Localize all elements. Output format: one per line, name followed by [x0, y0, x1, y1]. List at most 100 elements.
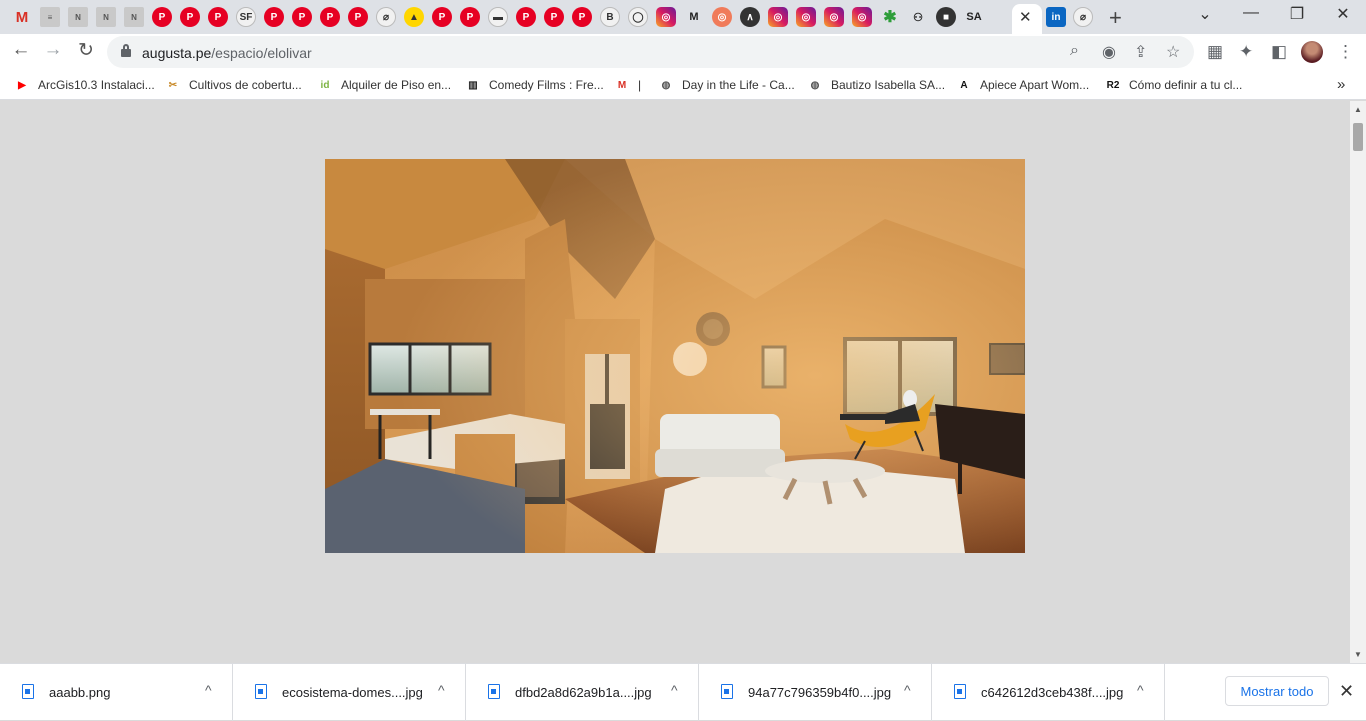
pinterest-icon[interactable]: P [544, 7, 564, 27]
pinterest-icon[interactable]: P [460, 7, 480, 27]
bookmark-label: Bautizo Isabella SA... [831, 78, 946, 92]
close-downloads-icon[interactable]: ✕ [1339, 681, 1354, 702]
circle-icon[interactable]: ◯ [628, 7, 648, 27]
chevron-up-icon[interactable]: ^ [205, 682, 212, 698]
bookmark-arcgis[interactable]: ▶ ArcGis10.3 Instalaci... [14, 76, 155, 94]
bookmark-bautizo[interactable]: ◍ Bautizo Isabella SA... [807, 76, 945, 94]
bookmark-day[interactable]: ◍ Day in the Life - Ca... [658, 76, 795, 94]
pinterest-icon[interactable]: P [516, 7, 536, 27]
instagram-icon[interactable]: ◎ [796, 7, 816, 27]
zoom-icon[interactable]: ⌕ [1070, 42, 1079, 60]
chevron-up-icon[interactable]: ^ [904, 682, 911, 698]
sf-icon[interactable]: SF [236, 7, 256, 27]
bookmark-label: Cómo definir a tu cl... [1129, 78, 1243, 92]
clip-icon[interactable]: ⌀ [1073, 7, 1093, 27]
film-icon[interactable]: ▬ [488, 7, 508, 27]
download-filename: 94a77c796359b4f0....jpg [748, 685, 892, 700]
instagram-icon[interactable]: ◎ [852, 7, 872, 27]
nestle-icon[interactable]: N [68, 7, 88, 27]
target-icon[interactable]: ◎ [712, 7, 732, 27]
interior-photo [325, 159, 1025, 553]
minimize-button[interactable]: — [1239, 4, 1263, 22]
pinterest-icon[interactable]: P [320, 7, 340, 27]
extensions-icon[interactable]: ✦ [1239, 42, 1253, 62]
restore-button[interactable]: ❐ [1285, 4, 1309, 24]
bookmark-gmail[interactable]: M | [614, 76, 641, 94]
file-icon [954, 684, 966, 699]
bookmarks-more-icon[interactable]: » [1337, 75, 1345, 93]
bookmark-cultivos[interactable]: ✂ Cultivos de cobertu... [165, 76, 302, 94]
star-green-icon[interactable]: ✱ [880, 7, 900, 27]
medium-icon[interactable]: M [684, 7, 704, 27]
instagram-icon[interactable]: ◎ [656, 7, 676, 27]
share-icon[interactable]: ⇪ [1134, 42, 1147, 62]
pinterest-icon[interactable]: P [264, 7, 284, 27]
bookmark-apiece[interactable]: A Apiece Apart Wom... [956, 76, 1089, 94]
download-item[interactable]: 94a77c796359b4f0....jpg ^ [699, 664, 932, 721]
pinterest-icon[interactable]: P [180, 7, 200, 27]
id-icon: id [320, 79, 330, 91]
back-button[interactable]: ← [8, 39, 34, 61]
tab-search-icon[interactable]: ⌄ [1193, 4, 1217, 24]
download-filename: dfbd2a8d62a9b1a....jpg [515, 685, 652, 700]
download-item[interactable]: dfbd2a8d62a9b1a....jpg ^ [466, 664, 699, 721]
tracking-eye-icon[interactable]: ◉ [1102, 42, 1116, 62]
dark-app-icon[interactable]: ∧ [740, 7, 760, 27]
linkedin-icon[interactable]: in [1046, 7, 1066, 27]
archive-icon: ▥ [468, 79, 478, 91]
cube-icon[interactable]: ■ [936, 7, 956, 27]
bookmark-alquiler[interactable]: id Alquiler de Piso en... [317, 76, 452, 94]
scroll-down-icon[interactable]: ▼ [1354, 650, 1362, 659]
lock-icon[interactable] [121, 44, 131, 57]
reload-button[interactable]: ↻ [73, 39, 99, 62]
browser-toolbar: ← → ↻ augusta.pe/espacio/elolivar ⌕ ◉ ⇪ … [0, 34, 1366, 70]
globe-icon: ◍ [810, 79, 820, 91]
scrollbar-thumb[interactable] [1353, 123, 1363, 151]
close-window-button[interactable]: ✕ [1331, 4, 1355, 24]
instagram-icon[interactable]: ◎ [768, 7, 788, 27]
yellow-app-icon[interactable]: ▲ [404, 7, 424, 27]
b-icon[interactable]: B [600, 7, 620, 27]
profile-avatar[interactable] [1301, 41, 1323, 63]
gmail-icon[interactable]: M [12, 7, 32, 27]
bookmark-comedy[interactable]: ▥ Comedy Films : Fre... [465, 76, 603, 94]
download-item[interactable]: aaabb.png ^ [0, 664, 233, 721]
chevron-up-icon[interactable]: ^ [671, 682, 678, 698]
side-panel-icon[interactable]: ◧ [1271, 42, 1287, 62]
nestle-icon[interactable]: N [124, 7, 144, 27]
forward-button[interactable]: → [40, 39, 66, 61]
bookmark-label: | [638, 78, 642, 92]
download-filename: aaabb.png [49, 685, 111, 700]
bookmark-como[interactable]: R2 Cómo definir a tu cl... [1105, 76, 1243, 94]
pinterest-icon[interactable]: P [292, 7, 312, 27]
menu-more-icon[interactable]: ⋮ [1337, 42, 1354, 62]
downloads-bar: aaabb.png ^ ecosistema-domes....jpg ^ dfbd2a… [0, 663, 1366, 721]
new-tab-button[interactable]: + [1109, 5, 1122, 31]
url-text[interactable]: augusta.pe/espacio/elolivar [142, 45, 312, 61]
scroll-up-icon[interactable]: ▲ [1354, 105, 1362, 114]
bookmark-star-icon[interactable]: ☆ [1166, 42, 1180, 62]
apps-grid-icon[interactable]: ▦ [1207, 42, 1223, 62]
download-item[interactable]: c642612d3ceb438f....jpg ^ [932, 664, 1165, 721]
pinterest-icon[interactable]: P [208, 7, 228, 27]
tab-close-icon[interactable]: ✕ [1019, 8, 1032, 26]
address-bar[interactable]: augusta.pe/espacio/elolivar ⌕ ◉ ⇪ ☆ [107, 36, 1194, 68]
file-icon [22, 684, 34, 699]
chevron-up-icon[interactable]: ^ [438, 682, 445, 698]
file-icon [488, 684, 500, 699]
r2-icon: R2 [1106, 79, 1120, 91]
doc-icon[interactable]: ≡ [40, 7, 60, 27]
people-icon[interactable]: ⚇ [908, 7, 928, 27]
show-all-downloads-button[interactable]: Mostrar todo [1225, 676, 1329, 706]
instagram-icon[interactable]: ◎ [824, 7, 844, 27]
pinterest-icon[interactable]: P [432, 7, 452, 27]
download-item[interactable]: ecosistema-domes....jpg ^ [233, 664, 466, 721]
nestle-icon[interactable]: N [96, 7, 116, 27]
sa-icon[interactable]: SA [964, 7, 984, 27]
pinterest-icon[interactable]: P [152, 7, 172, 27]
pinterest-icon[interactable]: P [348, 7, 368, 27]
page-scrollbar[interactable]: ▲ ▼ [1350, 101, 1366, 663]
clip-icon[interactable]: ⌀ [376, 7, 396, 27]
chevron-up-icon[interactable]: ^ [1137, 682, 1144, 698]
pinterest-icon[interactable]: P [572, 7, 592, 27]
